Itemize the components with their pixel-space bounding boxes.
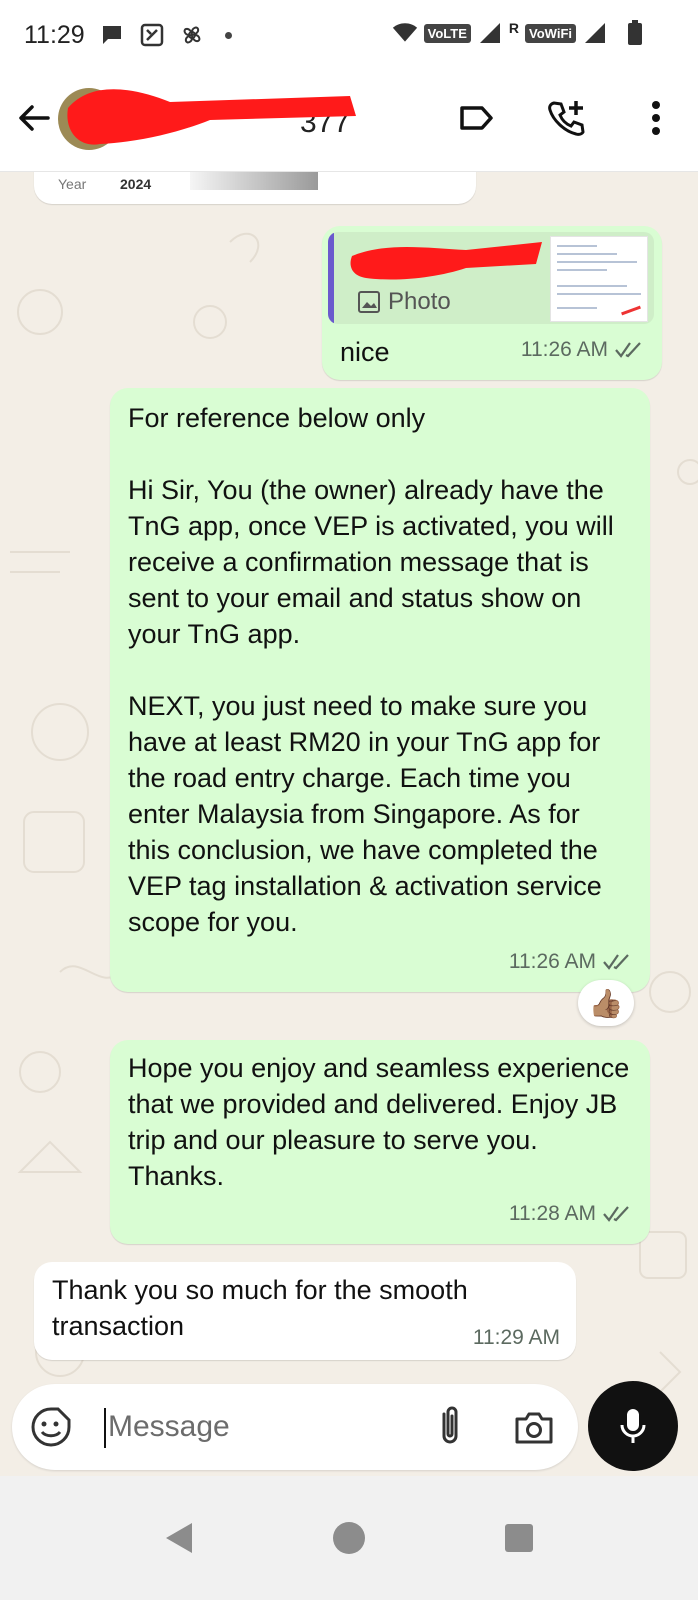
double-check-icon (615, 342, 641, 358)
message-meta: 11:26 AM (509, 944, 632, 980)
mic-icon (620, 1409, 646, 1443)
back-button[interactable] (14, 98, 54, 138)
system-navigation-bar (0, 1476, 698, 1600)
quote-photo-label: Photo (358, 284, 451, 320)
wifi-icon (392, 20, 418, 46)
message-text: For reference below only Hi Sir, You (th… (128, 400, 628, 940)
chat-header: 377 (0, 70, 698, 172)
camera-icon (515, 1412, 553, 1444)
paperclip-icon (442, 1406, 458, 1444)
nav-back-button[interactable] (159, 1518, 199, 1558)
message-paragraph: Hi Sir, You (the owner) already have the… (128, 475, 614, 649)
previous-message-card[interactable]: Year 2024 (34, 172, 476, 204)
message-meta: 11:29 AM (473, 1320, 560, 1356)
redaction-mark (67, 89, 357, 145)
arrow-left-icon (19, 105, 50, 131)
message-time: 11:26 AM (520, 338, 608, 361)
app-notification-icon (139, 22, 165, 48)
thumbs-up-icon: 👍🏽 (588, 987, 624, 1019)
message-meta: 11:28 AM (509, 1196, 632, 1232)
voice-message-button[interactable] (588, 1381, 678, 1471)
message-bubble-outgoing[interactable]: Photo nice 11:26 AM (322, 226, 662, 380)
card-label: Year (58, 176, 87, 192)
vowifi-badge: VoWiFi (525, 23, 576, 43)
sticker-button[interactable] (30, 1406, 72, 1448)
text-cursor (104, 1408, 106, 1448)
status-time: 11:29 (24, 20, 85, 49)
circle-home-icon (333, 1522, 365, 1554)
add-call-icon (548, 101, 585, 136)
message-bubble-incoming[interactable]: Thank you so much for the smooth transac… (34, 1262, 576, 1360)
more-options-button[interactable] (636, 98, 676, 138)
message-time: 11:28 AM (508, 1202, 596, 1225)
attach-button[interactable] (430, 1404, 470, 1448)
label-icon (460, 106, 493, 130)
quoted-photo-thumbnail (550, 236, 648, 322)
message-input[interactable] (108, 1404, 398, 1450)
sticker-icon (31, 1407, 71, 1447)
message-time: 11:26 AM (508, 950, 596, 973)
volte-badge: VoLTE (423, 23, 471, 43)
square-recents-icon (505, 1524, 533, 1552)
signal-icon-2 (582, 20, 608, 46)
double-check-icon (603, 954, 629, 970)
message-paragraph: For reference below only (128, 403, 426, 433)
camera-button[interactable] (512, 1406, 556, 1450)
message-meta: 11:26 AM (521, 332, 644, 368)
card-image-fragment (190, 172, 318, 190)
quote-label-text: Photo (388, 288, 451, 315)
quoted-message[interactable]: Photo (328, 232, 654, 324)
label-button[interactable] (456, 98, 496, 138)
double-check-icon (603, 1206, 629, 1222)
signal-icon (477, 20, 503, 46)
triangle-back-icon (166, 1523, 192, 1553)
redaction-mark (350, 242, 542, 280)
message-text: Hope you enjoy and seamless experience t… (128, 1053, 630, 1191)
message-text: nice (340, 337, 390, 367)
message-time: 11:29 AM (472, 1326, 560, 1349)
nav-recents-button[interactable] (499, 1518, 539, 1558)
battery-icon (622, 20, 648, 46)
photo-icon (358, 291, 380, 313)
chat-area[interactable]: Year 2024 Photo nice 11:26 AM For refere… (0, 172, 698, 1472)
pinwheel-icon (179, 22, 205, 48)
status-bar: 11:29 VoLTE R VoWiFi (0, 0, 698, 70)
chat-notification-icon (99, 22, 125, 48)
roaming-indicator: R (508, 20, 520, 36)
status-dot (224, 31, 232, 39)
quote-accent-bar (328, 232, 334, 324)
card-value: 2024 (120, 176, 152, 192)
more-vertical-icon (652, 101, 660, 135)
nav-home-button[interactable] (329, 1518, 369, 1558)
message-bubble-outgoing[interactable]: Hope you enjoy and seamless experience t… (110, 1040, 650, 1244)
message-reaction[interactable]: 👍🏽 (578, 980, 634, 1026)
message-composer (12, 1384, 578, 1470)
add-call-button[interactable] (546, 98, 586, 138)
message-bubble-outgoing[interactable]: For reference below only Hi Sir, You (th… (110, 388, 650, 992)
message-paragraph: NEXT, you just need to make sure you hav… (128, 691, 602, 937)
